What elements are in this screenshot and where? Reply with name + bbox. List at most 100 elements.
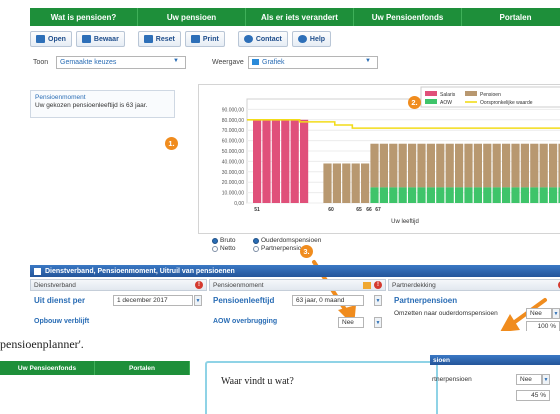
info-text: Uw gekozen pensioenleeftijd is 63 jaar. xyxy=(35,102,148,109)
folder-icon xyxy=(36,35,45,43)
callout-title: Waar vindt u wat? xyxy=(221,376,294,387)
warning-icon[interactable]: ! xyxy=(374,281,382,289)
nav-item-wat-is-pensioen[interactable]: Wat is pensioen? xyxy=(30,8,138,26)
bar-pensioen xyxy=(549,143,558,188)
legend-label: Pensioen xyxy=(480,92,501,98)
nav-item-portalen[interactable]: Portalen xyxy=(462,8,560,26)
bar-pensioen xyxy=(483,143,492,188)
aow-overbrugging-value: Nee xyxy=(342,319,354,326)
save-icon xyxy=(81,35,91,43)
bar-pensioen xyxy=(361,163,370,203)
radio-dot-icon xyxy=(212,245,218,252)
marker-1: 1. xyxy=(165,137,178,150)
bar-pensioen xyxy=(398,143,407,188)
weergave-value: Grafiek xyxy=(262,58,285,66)
y-tick-label: 70.000,00 xyxy=(222,128,244,134)
pensioenleeftijd-dropdown[interactable]: ▼ xyxy=(374,295,382,306)
print-icon xyxy=(190,35,200,43)
overlay-mini-nav: Uw Pensioenfonds Portalen xyxy=(0,361,200,375)
omzetten-value: Nee xyxy=(530,310,542,317)
toon-label: Toon xyxy=(33,58,49,66)
rp-nee-select[interactable]: Nee xyxy=(516,374,542,385)
bar-pensioen xyxy=(342,163,351,203)
radio-netto[interactable]: Netto xyxy=(212,245,236,252)
aow-overbrugging-select[interactable]: Nee xyxy=(338,317,364,328)
bar-pensioen xyxy=(530,143,539,188)
rp-text: rtnerpensioen xyxy=(432,376,472,383)
rp-nee-dropdown[interactable]: ▼ xyxy=(542,374,550,385)
legend-label: Oorspronkelijke waarde xyxy=(480,100,533,106)
y-tick-label: 10.000,00 xyxy=(222,191,244,197)
mini-nav-portalen[interactable]: Portalen xyxy=(95,361,190,375)
y-tick-label: 60.000,00 xyxy=(222,139,244,145)
x-tick-label: 60 xyxy=(328,207,334,213)
omzetten-dropdown[interactable]: ▼ xyxy=(552,308,560,319)
warning-icon[interactable]: ! xyxy=(195,281,203,289)
info-title[interactable]: Pensioenmoment xyxy=(35,94,170,101)
legend-label: AOW xyxy=(440,100,452,106)
legend-swatch xyxy=(425,99,437,104)
mini-nav-uw-pensioenfonds[interactable]: Uw Pensioenfonds xyxy=(0,361,95,375)
bar-pensioen xyxy=(408,143,417,188)
bar-pensioen xyxy=(351,163,360,203)
overlay-title: pensioenplanner'. xyxy=(0,337,84,351)
bar-pensioen xyxy=(417,143,426,188)
toon-select[interactable]: Gemaakte keuzes ▼ xyxy=(56,55,186,69)
info-small-icon[interactable] xyxy=(363,282,371,289)
bar-aow xyxy=(379,187,388,203)
radio-dot-icon xyxy=(253,237,259,244)
bar-aow xyxy=(408,187,417,203)
weergave-select[interactable]: Grafiek ▼ xyxy=(248,55,378,69)
bar-pensioen xyxy=(455,143,464,188)
collapse-icon[interactable] xyxy=(34,267,41,275)
chevron-down-icon: ▼ xyxy=(173,57,179,64)
omzetten-select[interactable]: Nee xyxy=(526,308,552,319)
help-button[interactable]: Help xyxy=(291,31,332,47)
panel-header-title: Dienstverband, Pensioenmoment, Uitruil v… xyxy=(45,267,235,275)
col-dienstverband-label: Dienstverband xyxy=(34,281,76,289)
bar-salaris xyxy=(300,119,309,203)
rp-pct-input[interactable]: 45 % xyxy=(516,390,550,401)
open-button[interactable]: Open xyxy=(30,31,72,47)
contact-button[interactable]: Contact xyxy=(237,31,288,47)
open-label: Open xyxy=(48,35,66,43)
uit-dienst-dropdown[interactable]: ▼ xyxy=(194,295,202,306)
x-tick-label: 67 xyxy=(375,207,381,213)
toon-value: Gemaakte keuzes xyxy=(60,58,117,66)
partner-pct-value: 100 % xyxy=(537,323,556,330)
reset-button[interactable]: Reset xyxy=(137,31,181,47)
radio-bruto[interactable]: Bruto xyxy=(212,237,236,244)
print-button[interactable]: Print xyxy=(184,31,225,47)
bewaar-button[interactable]: Bewaar xyxy=(75,31,125,47)
bar-aow xyxy=(436,187,445,203)
uit-dienst-input[interactable]: 1 december 2017 xyxy=(113,295,193,306)
bar-aow xyxy=(492,187,501,203)
bar-aow xyxy=(483,187,492,203)
nav-item-uw-pensioenfonds[interactable]: Uw Pensioenfonds xyxy=(354,8,462,26)
aow-overbrugging-dropdown[interactable]: ▼ xyxy=(374,317,382,328)
radio-ouderdomspensioen[interactable]: Ouderdomspensioen xyxy=(253,237,321,244)
bewaar-label: Bewaar xyxy=(93,35,119,43)
bar-pensioen xyxy=(332,163,341,203)
radio-ouderdom-label: Ouderdomspensioen xyxy=(261,237,322,244)
partnerpensioen-label: Partnerpensioen xyxy=(394,296,458,305)
y-tick-label: 50.000,00 xyxy=(222,149,244,155)
radio-netto-label: Netto xyxy=(220,245,236,252)
bruto-netto-radios: Bruto Netto xyxy=(212,237,236,252)
pensioenleeftijd-input[interactable]: 63 jaar, 0 maand xyxy=(292,295,364,306)
pensioenleeftijd-label: Pensioenleeftijd xyxy=(213,296,275,305)
bar-pensioen xyxy=(511,143,520,188)
marker-3: 3. xyxy=(300,245,313,258)
x-tick-label: 65 xyxy=(356,207,362,213)
bar-aow xyxy=(502,187,511,203)
reset-label: Reset xyxy=(155,35,175,43)
radio-bruto-label: Bruto xyxy=(220,237,236,244)
nav-item-als-er-iets-verandert[interactable]: Als er iets verandert xyxy=(246,8,354,26)
nav-item-uw-pensioen[interactable]: Uw pensioen xyxy=(138,8,246,26)
panel-header[interactable]: Dienstverband, Pensioenmoment, Uitruil v… xyxy=(30,265,560,277)
bar-aow xyxy=(455,187,464,203)
main-nav: Wat is pensioen? Uw pensioen Als er iets… xyxy=(30,8,560,26)
legend-swatch xyxy=(465,91,477,96)
help-icon xyxy=(297,35,307,43)
radio-dot-icon xyxy=(212,237,218,244)
